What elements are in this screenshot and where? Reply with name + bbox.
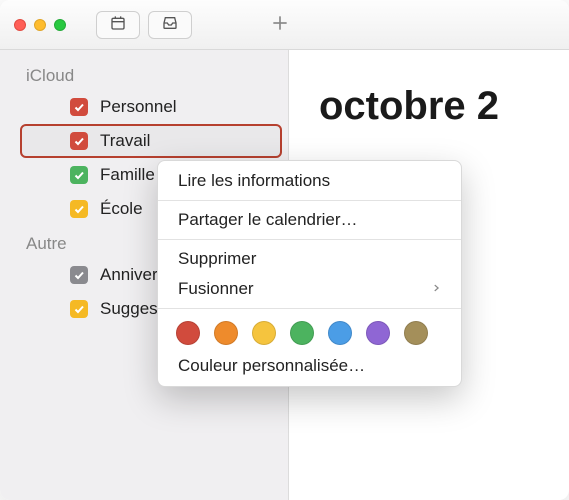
context-menu: Lire les informations Partager le calend… (157, 160, 462, 387)
menu-item-share[interactable]: Partager le calendrier… (158, 205, 461, 235)
checkbox-icon[interactable] (70, 98, 88, 116)
calendar-label: Famille (100, 165, 155, 185)
calendar-label: Sugges (100, 299, 158, 319)
menu-item-label: Couleur personnalisée… (178, 356, 365, 376)
sidebar-group-icloud: iCloud (0, 58, 288, 90)
color-swatch-red[interactable] (176, 321, 200, 345)
month-title: octobre 2 (319, 84, 569, 129)
color-swatch-orange[interactable] (214, 321, 238, 345)
menu-item-label: Fusionner (178, 279, 254, 299)
traffic-lights (14, 19, 66, 31)
menu-separator (158, 308, 461, 309)
checkbox-icon[interactable] (70, 132, 88, 150)
color-swatch-brown[interactable] (404, 321, 428, 345)
calendar-view-button[interactable] (96, 11, 140, 39)
calendar-label: Personnel (100, 97, 177, 117)
menu-item-custom-color[interactable]: Couleur personnalisée… (158, 351, 461, 381)
color-swatch-yellow[interactable] (252, 321, 276, 345)
inbox-button[interactable] (148, 11, 192, 39)
menu-item-label: Partager le calendrier… (178, 210, 358, 230)
menu-item-delete[interactable]: Supprimer (158, 244, 461, 274)
menu-separator (158, 239, 461, 240)
zoom-window-button[interactable] (54, 19, 66, 31)
color-swatch-blue[interactable] (328, 321, 352, 345)
calendar-label: École (100, 199, 143, 219)
titlebar (0, 0, 569, 50)
color-swatch-green[interactable] (290, 321, 314, 345)
menu-item-label: Lire les informations (178, 171, 330, 191)
checkbox-icon[interactable] (70, 200, 88, 218)
chevron-right-icon (431, 279, 441, 299)
color-swatch-row (158, 313, 461, 351)
inbox-icon (161, 15, 179, 34)
menu-separator (158, 200, 461, 201)
plus-icon (270, 13, 290, 36)
checkbox-icon[interactable] (70, 166, 88, 184)
sidebar-item-travail[interactable]: Travail (20, 124, 282, 158)
color-swatch-purple[interactable] (366, 321, 390, 345)
calendar-icon (109, 15, 127, 34)
calendar-label: Anniver (100, 265, 158, 285)
sidebar-item-personnel[interactable]: Personnel (20, 90, 282, 124)
minimize-window-button[interactable] (34, 19, 46, 31)
checkbox-icon[interactable] (70, 300, 88, 318)
menu-item-info[interactable]: Lire les informations (158, 166, 461, 196)
close-window-button[interactable] (14, 19, 26, 31)
menu-item-merge[interactable]: Fusionner (158, 274, 461, 304)
checkbox-icon[interactable] (70, 266, 88, 284)
menu-item-label: Supprimer (178, 249, 256, 269)
calendar-label: Travail (100, 131, 150, 151)
add-event-button[interactable] (260, 11, 300, 39)
